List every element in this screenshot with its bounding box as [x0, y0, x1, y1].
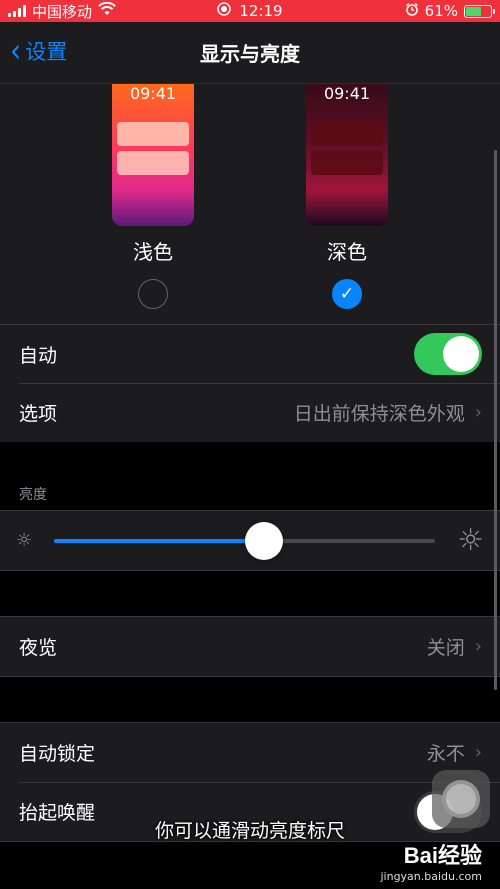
battery-fill	[466, 6, 481, 16]
brightness-header: 亮度	[19, 487, 47, 503]
options-value: 日出前保持深色外观	[293, 403, 465, 425]
assistive-touch-icon	[442, 780, 480, 818]
carrier-name: 中国移动	[32, 2, 93, 21]
dark-preview-image[interactable]: 09:41	[306, 84, 388, 226]
brightness-slider[interactable]	[54, 521, 436, 560]
back-label: 设置	[25, 40, 68, 64]
dark-radio[interactable]: ✓	[332, 279, 362, 309]
preview-notification	[311, 122, 383, 146]
scrollbar[interactable]	[494, 150, 497, 690]
navigation-bar: ‹ 设置 显示与亮度	[0, 22, 500, 84]
status-right: 61%	[322, 2, 495, 20]
light-label: 浅色	[133, 240, 173, 264]
brightness-group: ☼ ☼	[0, 510, 500, 571]
appearance-dark-option[interactable]: 09:41 深色 ✓	[305, 84, 389, 309]
chevron-left-icon: ‹	[10, 30, 22, 71]
dark-label: 深色	[327, 240, 367, 264]
sun-small-icon: ☼	[16, 530, 33, 551]
baidu-watermark: Bai经验 jingyan.baidu.com	[380, 838, 482, 883]
status-left: 中国移动	[8, 1, 178, 22]
night-shift-value: 关闭	[426, 637, 465, 659]
auto-lock-label: 自动锁定	[19, 743, 96, 765]
alarm-icon	[405, 2, 419, 20]
wifi-icon	[98, 1, 116, 20]
appearance-section: 09:41 浅色 09:41 深色 ✓	[0, 84, 500, 324]
battery-percent: 61%	[424, 2, 458, 20]
brightness-slider-row: ☼ ☼	[0, 511, 500, 570]
preview-time: 09:41	[129, 84, 177, 103]
night-shift-row[interactable]: 夜览 关闭 ›	[0, 617, 500, 676]
battery-icon	[464, 4, 495, 18]
watermark-url: jingyan.baidu.com	[380, 870, 482, 883]
auto-label: 自动	[19, 344, 58, 367]
options-label: 选项	[19, 403, 58, 425]
auto-row[interactable]: 自动	[0, 324, 500, 383]
page-title: 显示与亮度	[200, 42, 300, 66]
preview-notification	[117, 151, 189, 175]
light-radio[interactable]	[138, 279, 168, 309]
slider-fill	[54, 538, 264, 543]
preview-notification	[117, 122, 189, 146]
sun-large-icon: ☼	[457, 523, 484, 558]
status-bar: 中国移动 12:19 61%	[0, 0, 500, 22]
status-time: 12:19	[239, 2, 283, 20]
light-preview-image[interactable]: 09:41	[112, 84, 194, 226]
checkmark-icon: ✓	[339, 284, 355, 304]
chevron-right-icon: ›	[474, 402, 482, 423]
auto-lock-row[interactable]: 自动锁定 永不 ›	[0, 723, 500, 782]
slider-thumb[interactable]	[244, 521, 283, 560]
signal-icon	[8, 5, 26, 17]
status-center: 12:19	[178, 2, 322, 20]
auto-toggle[interactable]	[414, 333, 482, 375]
back-button[interactable]: ‹ 设置	[10, 30, 68, 71]
screen-record-icon	[217, 2, 232, 20]
options-row[interactable]: 选项 日出前保持深色外观 ›	[0, 383, 500, 442]
auto-lock-value: 永不	[426, 743, 465, 765]
toggle-knob	[443, 336, 479, 372]
preview-notification	[311, 151, 383, 175]
watermark-logo: Bai经验	[403, 843, 482, 868]
chevron-right-icon: ›	[474, 742, 482, 763]
night-shift-label: 夜览	[19, 637, 58, 659]
night-shift-group: 夜览 关闭 ›	[0, 616, 500, 677]
appearance-settings-group: 自动 选项 日出前保持深色外观 ›	[0, 324, 500, 442]
preview-time: 09:41	[323, 84, 371, 103]
appearance-light-option[interactable]: 09:41 浅色	[111, 84, 195, 309]
chevron-right-icon: ›	[474, 636, 482, 657]
